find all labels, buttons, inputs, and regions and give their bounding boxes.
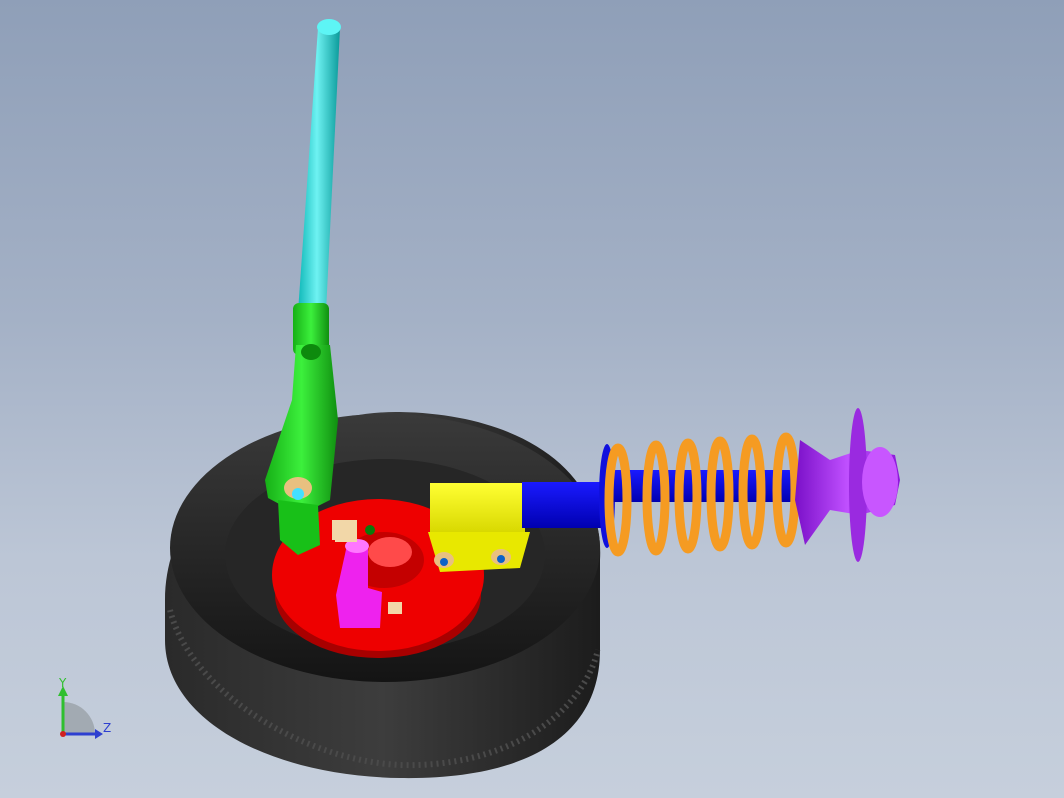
orientation-triad: Y Z	[48, 672, 120, 744]
top-mount[interactable]	[795, 408, 900, 562]
z-axis-label: Z	[103, 721, 112, 735]
model-viewport[interactable]	[0, 0, 1064, 798]
strut-clamp[interactable]	[428, 483, 530, 572]
y-axis-label: Y	[59, 676, 67, 690]
steering-rod[interactable]	[298, 19, 341, 312]
